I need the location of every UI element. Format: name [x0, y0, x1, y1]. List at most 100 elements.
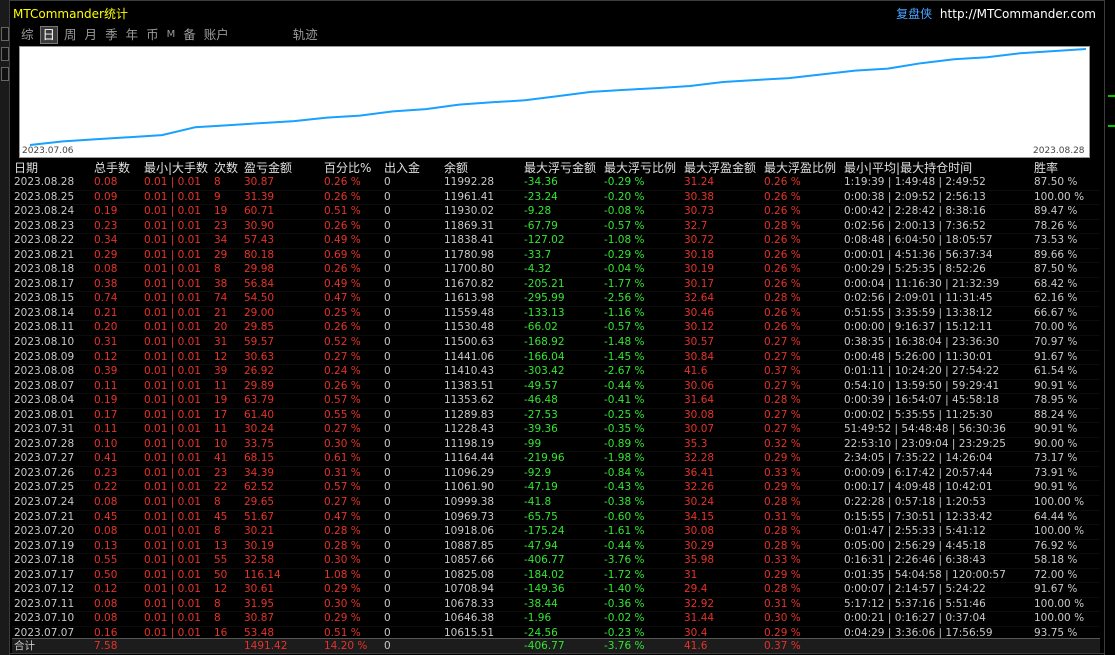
tab-10[interactable]: 轨迹	[291, 26, 320, 44]
tab-3[interactable]: 月	[83, 26, 100, 44]
column-header[interactable]: 最大浮亏金额	[524, 160, 596, 176]
table-cell: 32.7	[684, 219, 708, 232]
table-row[interactable]: 2023.08.25 0.09 0.01 | 0.01 9 31.39 0.26 % 0 11…	[12, 191, 1100, 206]
table-row[interactable]: 2023.07.25 0.22 0.01 | 0.01 22 62.52 0.57 % 0 1…	[12, 481, 1100, 497]
column-header[interactable]: 最大浮盈比例	[764, 160, 836, 176]
table-row[interactable]: 2023.08.09 0.12 0.01 | 0.01 12 30.63 0.27 % 0 1…	[12, 351, 1100, 366]
tab-0[interactable]: 综	[19, 26, 36, 44]
tab-5[interactable]: 年	[124, 26, 141, 44]
table-cell: -219.96	[524, 452, 565, 465]
table-cell: 0.01 | 0.01	[144, 437, 201, 450]
table-row[interactable]: 2023.07.11 0.08 0.01 | 0.01 8 31.95 0.30 % 0 10…	[12, 598, 1100, 613]
table-row[interactable]: 2023.08.04 0.19 0.01 | 0.01 19 63.79 0.57 % 0 1…	[12, 394, 1100, 409]
stats-panel: MTCommander统计 复盘侠 http://MTCommander.com…	[9, 0, 1105, 654]
table-cell: 66.67 %	[1034, 306, 1078, 319]
table-row[interactable]: 2023.08.18 0.08 0.01 | 0.01 8 29.98 0.26 % 0 11…	[12, 263, 1100, 278]
table-row[interactable]: 2023.08.21 0.29 0.01 | 0.01 29 80.18 0.69 % 0 1…	[12, 249, 1100, 264]
table-cell: 0:08:48 | 6:04:50 | 18:05:57	[844, 234, 993, 247]
table-cell: 0.27 %	[324, 350, 361, 363]
table-cell: 89.66 %	[1034, 248, 1078, 261]
tab-7[interactable]: M	[165, 26, 178, 44]
table-row[interactable]: 2023.08.15 0.74 0.01 | 0.01 74 54.50 0.47 % 0 1…	[12, 292, 1100, 307]
left-strip-button[interactable]	[1, 67, 9, 81]
table-row[interactable]: 2023.08.10 0.31 0.01 | 0.01 31 59.57 0.52 % 0 1…	[12, 336, 1100, 351]
table-row[interactable]: 2023.08.14 0.21 0.01 | 0.01 21 29.00 0.25 % 0 1…	[12, 307, 1100, 322]
equity-line	[29, 48, 1087, 146]
table-row[interactable]: 2023.07.18 0.55 0.01 | 0.01 55 32.58 0.30 % 0 1…	[12, 554, 1100, 569]
table-row[interactable]: 2023.07.24 0.08 0.01 | 0.01 8 29.65 0.27 % 0 10…	[12, 496, 1100, 511]
tab-9[interactable]: 账户	[202, 26, 231, 44]
column-header[interactable]: 余额	[444, 160, 468, 176]
table-cell: -166.04	[524, 350, 565, 363]
table-cell: 0.01 | 0.01	[144, 365, 201, 378]
column-header[interactable]: 总手数	[94, 160, 130, 176]
table-row[interactable]: 2023.07.26 0.23 0.01 | 0.01 23 34.39 0.31 % 0 1…	[12, 467, 1100, 482]
table-row[interactable]: 2023.08.17 0.38 0.01 | 0.01 38 56.84 0.49 % 0 1…	[12, 278, 1100, 293]
table-cell: 116.14	[244, 568, 281, 581]
tab-4[interactable]: 季	[103, 26, 120, 44]
column-header[interactable]: 最大浮盈金额	[684, 160, 756, 176]
table-cell: 31.44	[684, 612, 715, 625]
table-row[interactable]: 2023.07.28 0.10 0.01 | 0.01 10 33.75 0.30 % 0 1…	[12, 438, 1100, 453]
table-cell: 9	[214, 190, 221, 203]
column-header[interactable]: 最大浮亏比例	[604, 160, 676, 176]
table-row[interactable]: 2023.08.08 0.39 0.01 | 0.01 39 26.92 0.24 % 0 1…	[12, 365, 1100, 380]
table-cell: -205.21	[524, 277, 565, 290]
column-header[interactable]: 出入金	[384, 160, 420, 176]
table-cell: 0.47 %	[324, 292, 361, 305]
table-cell: 63.79	[244, 394, 275, 407]
table-cell: 0.51 %	[324, 205, 361, 218]
table-row[interactable]: 2023.08.07 0.11 0.01 | 0.01 11 29.89 0.26 % 0 1…	[12, 380, 1100, 395]
table-row[interactable]: 2023.08.22 0.34 0.01 | 0.01 34 57.43 0.49 % 0 1…	[12, 234, 1100, 249]
table-cell: 30.24	[244, 423, 275, 436]
table-row[interactable]: 2023.07.12 0.12 0.01 | 0.01 12 30.61 0.29 % 0 1…	[12, 583, 1100, 598]
column-header[interactable]: 最小|大手数	[144, 160, 208, 176]
table-row[interactable]: 2023.08.11 0.20 0.01 | 0.01 20 29.85 0.26 % 0 1…	[12, 321, 1100, 337]
left-strip-button[interactable]	[1, 47, 9, 61]
table-row[interactable]: 2023.07.20 0.08 0.01 | 0.01 8 30.21 0.28 % 0 10…	[12, 525, 1100, 540]
table-cell: 0	[384, 496, 391, 509]
tab-6[interactable]: 币	[144, 26, 161, 44]
table-cell: 30.19	[684, 263, 715, 276]
column-header[interactable]: 次数	[214, 160, 238, 176]
table-row[interactable]: 2023.07.17 0.50 0.01 | 0.01 50 116.14 1.08 % 0…	[12, 569, 1100, 584]
table-cell: 8	[214, 263, 221, 276]
column-header[interactable]: 胜率	[1034, 160, 1058, 176]
column-header[interactable]: 百分比%	[324, 160, 371, 176]
table-row[interactable]: 2023.08.23 0.23 0.01 | 0.01 23 30.90 0.26 % 0 1…	[12, 220, 1100, 235]
table-cell: 0:00:21 | 0:16:27 | 0:37:04	[844, 612, 986, 625]
table-cell: -0.57 %	[604, 219, 645, 232]
left-strip-button[interactable]	[1, 27, 9, 41]
table-row[interactable]: 2023.08.24 0.19 0.01 | 0.01 19 60.71 0.51 % 0 1…	[12, 205, 1100, 220]
table-cell: 0	[384, 292, 391, 305]
table-cell: 0.31 %	[764, 597, 801, 610]
table-row[interactable]: 2023.08.28 0.08 0.01 | 0.01 8 30.87 0.26 % 0 11…	[12, 176, 1100, 191]
table-row[interactable]: 2023.07.27 0.41 0.01 | 0.01 41 68.15 0.61 % 0 1…	[12, 452, 1100, 467]
table-cell: 0.27 %	[764, 336, 801, 349]
tab-1[interactable]: 日	[39, 26, 59, 44]
period-tabs: 综日周月季年币 M 备账户 轨迹	[19, 26, 324, 44]
table-cell: 32.64	[684, 292, 715, 305]
table-row[interactable]: 2023.07.10 0.08 0.01 | 0.01 8 30.87 0.29 % 0 10…	[12, 612, 1100, 627]
table-cell: -38.44	[524, 597, 558, 610]
table-cell: 11780.98	[444, 248, 495, 261]
column-header[interactable]: 盈亏金额	[244, 160, 292, 176]
table-cell: 0.30 %	[324, 554, 361, 567]
table-cell: 0.01 | 0.01	[144, 554, 201, 567]
table-cell: 2023.08.17	[14, 277, 75, 290]
tab-8[interactable]: 备	[181, 26, 198, 44]
table-cell: 32.92	[684, 597, 715, 610]
column-header[interactable]: 最小|平均|最大持仓时间	[844, 160, 972, 176]
table-cell: 0.01 | 0.01	[144, 583, 201, 596]
table-cell: 0.01 | 0.01	[144, 597, 201, 610]
table-row[interactable]: 2023.07.31 0.11 0.01 | 0.01 11 30.24 0.27 % 0 1…	[12, 423, 1100, 438]
table-cell: 0.10	[94, 437, 118, 450]
brand[interactable]: 复盘侠 http://MTCommander.com	[896, 5, 1096, 22]
table-row[interactable]: 2023.07.21 0.45 0.01 | 0.01 45 51.67 0.47 % 0 1…	[12, 511, 1100, 526]
table-row[interactable]: 2023.07.19 0.13 0.01 | 0.01 13 30.19 0.28 % 0 1…	[12, 540, 1100, 555]
table-row[interactable]: 2023.08.01 0.17 0.01 | 0.01 17 61.40 0.55 % 0 1…	[12, 409, 1100, 424]
column-header[interactable]: 日期	[14, 160, 38, 176]
brand-url[interactable]: http://MTCommander.com	[940, 7, 1096, 21]
tab-2[interactable]: 周	[62, 26, 79, 44]
table-cell: 0.39	[94, 365, 118, 378]
